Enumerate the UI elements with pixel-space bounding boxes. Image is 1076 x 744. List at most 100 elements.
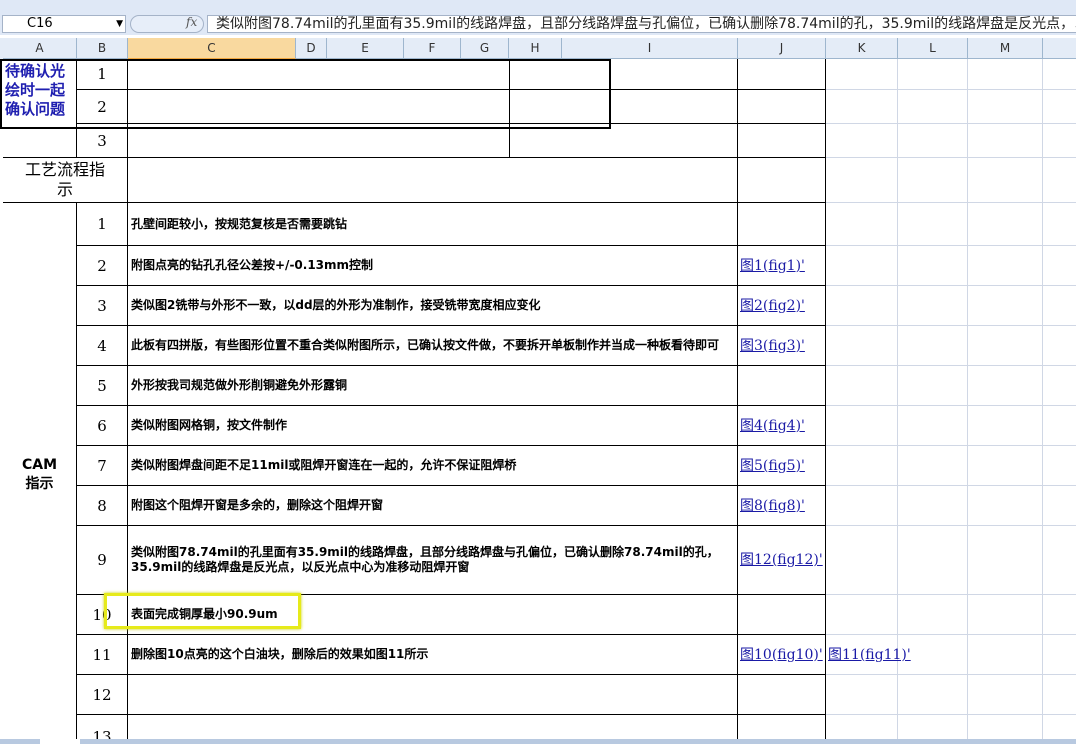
- grid-cell[interactable]: [968, 595, 1043, 635]
- grid-cell[interactable]: [1043, 286, 1076, 326]
- column-header-i[interactable]: I: [562, 38, 738, 59]
- grid-cell[interactable]: [1043, 326, 1076, 366]
- grid-cell[interactable]: [968, 635, 1043, 675]
- grid-cell[interactable]: [1043, 595, 1076, 635]
- grid-cell[interactable]: [1043, 124, 1076, 158]
- grid-cell[interactable]: [826, 124, 898, 158]
- column-header-k[interactable]: K: [826, 38, 898, 59]
- cam-instruction-cell[interactable]: 类似附图78.74mil的孔里面有35.9mil的线路焊盘，且部分线路焊盘与孔偏…: [128, 526, 738, 595]
- grid-cell[interactable]: [968, 286, 1043, 326]
- grid-cell[interactable]: [826, 203, 898, 246]
- cam-instruction-cell[interactable]: 此板有四拼版，有些图形位置不重合类似附图所示，已确认按文件做，不要拆开单板制作并…: [128, 326, 738, 366]
- grid-cell[interactable]: [826, 715, 898, 739]
- cam-reference-link[interactable]: 图5(fig5)': [738, 446, 826, 486]
- grid-cell[interactable]: [968, 486, 1043, 526]
- grid-cell[interactable]: [898, 59, 968, 90]
- cam-reference-link[interactable]: [738, 675, 826, 715]
- grid-cell[interactable]: [1043, 406, 1076, 446]
- grid-cell[interactable]: [898, 675, 968, 715]
- grid-cell[interactable]: [898, 326, 968, 366]
- cam-instruction-cell[interactable]: 附图这个阻焊开窗是多余的，删除这个阻焊开窗: [128, 486, 738, 526]
- grid-cell[interactable]: [968, 715, 1043, 739]
- grid-cell[interactable]: [898, 526, 968, 595]
- column-header-g[interactable]: G: [461, 38, 509, 59]
- grid-cell[interactable]: [968, 526, 1043, 595]
- grid-cell[interactable]: [1043, 635, 1076, 675]
- grid-cell[interactable]: [826, 286, 898, 326]
- cam-instruction-cell[interactable]: 类似图2铣带与外形不一致，以dd层的外形为准制作，接受铣带宽度相应变化: [128, 286, 738, 326]
- column-header-c[interactable]: C: [128, 38, 296, 59]
- grid-cell[interactable]: [968, 203, 1043, 246]
- grid-cell[interactable]: [826, 90, 898, 124]
- grid-cell[interactable]: [826, 595, 898, 635]
- grid-cell[interactable]: [968, 366, 1043, 406]
- cam-reference-link[interactable]: [738, 595, 826, 635]
- cam-reference-link[interactable]: [738, 203, 826, 246]
- confirm-cell-j[interactable]: [738, 59, 826, 90]
- column-header-h[interactable]: H: [509, 38, 562, 59]
- grid-cell[interactable]: [898, 158, 968, 203]
- chevron-down-icon[interactable]: ▼: [116, 16, 123, 32]
- sheet-tab-strip[interactable]: [0, 739, 1076, 744]
- column-header-a[interactable]: A: [3, 38, 77, 59]
- grid-cell[interactable]: [898, 286, 968, 326]
- grid-cell[interactable]: [826, 246, 898, 286]
- cam-reference-link[interactable]: [738, 366, 826, 406]
- grid-cell[interactable]: [968, 90, 1043, 124]
- cam-instruction-cell[interactable]: 附图点亮的钻孔孔径公差按+/-0.13mm控制: [128, 246, 738, 286]
- insert-function-icon[interactable]: fx: [186, 15, 197, 29]
- grid-cell[interactable]: [898, 246, 968, 286]
- grid-cell[interactable]: [1043, 203, 1076, 246]
- column-header-j[interactable]: J: [738, 38, 826, 59]
- grid-cell[interactable]: [898, 406, 968, 446]
- process-ref-cell[interactable]: [738, 158, 826, 203]
- grid-cell[interactable]: [826, 406, 898, 446]
- confirm-cell-h[interactable]: [510, 90, 738, 124]
- column-header-b[interactable]: B: [77, 38, 128, 59]
- grid-cell[interactable]: [968, 446, 1043, 486]
- grid-cell[interactable]: [1043, 90, 1076, 124]
- worksheet-grid[interactable]: 待确认光绘时一起确认问题 工艺流程指示 CAM指示 1 2 3 1 孔壁间距较小，按规范复核是…: [0, 59, 1076, 739]
- cam-reference-link[interactable]: 图2(fig2)': [738, 286, 826, 326]
- confirm-cell-c[interactable]: [128, 90, 510, 124]
- grid-cell[interactable]: [898, 486, 968, 526]
- grid-cell[interactable]: [898, 715, 968, 739]
- formula-input[interactable]: 类似附图78.74mil的孔里面有35.9mil的线路焊盘，且部分线路焊盘与孔偏…: [207, 15, 1076, 33]
- cam-reference-link[interactable]: 图10(fig10)': [738, 635, 826, 675]
- cam-instruction-cell[interactable]: [128, 715, 738, 739]
- grid-cell[interactable]: [1043, 158, 1076, 203]
- column-header-f[interactable]: F: [404, 38, 461, 59]
- grid-cell[interactable]: [1043, 246, 1076, 286]
- grid-cell[interactable]: [1043, 675, 1076, 715]
- confirm-cell-c[interactable]: [128, 124, 510, 158]
- process-content-cell[interactable]: [128, 158, 738, 203]
- cam-reference-link[interactable]: 图1(fig1)': [738, 246, 826, 286]
- confirm-cell-h[interactable]: [510, 59, 738, 90]
- cam-reference-link[interactable]: 图12(fig12)': [738, 526, 826, 595]
- cam-instruction-cell[interactable]: 类似附图焊盘间距不足11mil或阻焊开窗连在一起的，允许不保证阻焊桥: [128, 446, 738, 486]
- grid-cell[interactable]: [826, 158, 898, 203]
- cam-instruction-cell[interactable]: 孔壁间距较小，按规范复核是否需要跳钻: [128, 203, 738, 246]
- cam-reference-link-2[interactable]: 图11(fig11)': [826, 635, 911, 675]
- grid-cell[interactable]: [898, 595, 968, 635]
- grid-cell[interactable]: [898, 90, 968, 124]
- grid-cell[interactable]: [1043, 59, 1076, 90]
- cam-reference-link[interactable]: [738, 715, 826, 739]
- grid-cell[interactable]: [898, 446, 968, 486]
- grid-cell[interactable]: [968, 124, 1043, 158]
- grid-cell[interactable]: [968, 59, 1043, 90]
- grid-cell[interactable]: [898, 203, 968, 246]
- column-header-d[interactable]: D: [296, 38, 327, 59]
- column-header-m[interactable]: M: [968, 38, 1043, 59]
- confirm-cell-c[interactable]: [128, 59, 510, 90]
- sheet-tab[interactable]: [40, 739, 80, 744]
- confirm-cell-j[interactable]: [738, 90, 826, 124]
- grid-cell[interactable]: [826, 486, 898, 526]
- cam-instruction-cell[interactable]: 外形按我司规范做外形削铜避免外形露铜: [128, 366, 738, 406]
- grid-cell[interactable]: [898, 366, 968, 406]
- cam-reference-link[interactable]: 图3(fig3)': [738, 326, 826, 366]
- grid-cell[interactable]: [1043, 366, 1076, 406]
- grid-cell[interactable]: [826, 326, 898, 366]
- grid-cell[interactable]: [826, 675, 898, 715]
- grid-cell[interactable]: [968, 326, 1043, 366]
